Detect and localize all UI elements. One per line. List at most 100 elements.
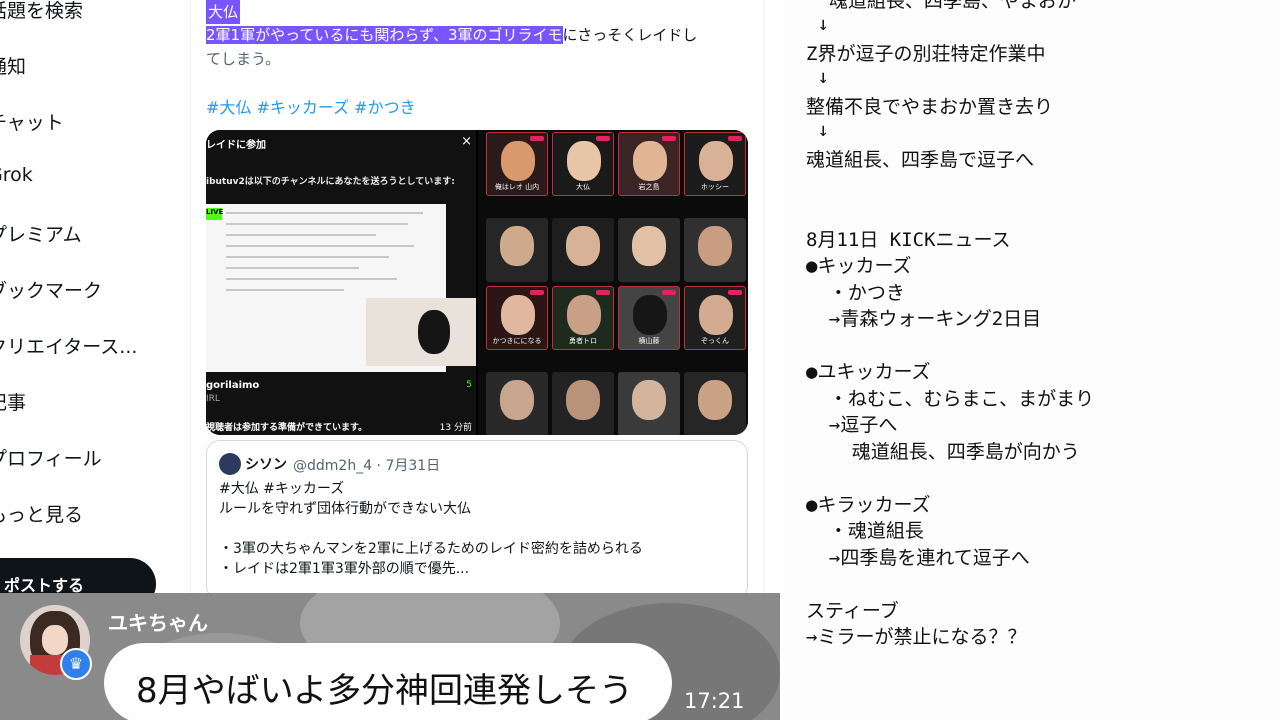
column-divider: [764, 0, 765, 600]
streamer-face: [632, 380, 666, 420]
streamer-face: [501, 141, 535, 181]
preview-text-lines: [226, 212, 440, 300]
note-line: ・ねむこ、むらまこ、まがまり: [806, 387, 1095, 410]
streamer-tile: 岩之島: [618, 132, 680, 196]
quote-body: #大仏 #キッカーズ ルールを守れず団体行動ができない大仏 ・3軍の大ちゃんマン…: [219, 479, 643, 579]
post-text-line: 大仏: [206, 0, 241, 24]
quote-line: ルールを守れず団体行動ができない大仏: [219, 501, 471, 517]
streamer-tile: かつきにになる: [486, 286, 548, 350]
note-line: ・かつき: [806, 281, 905, 304]
nav-item-bookmarks[interactable]: ブックマーク: [0, 276, 102, 306]
streamer-face: [699, 141, 733, 181]
viewer-count: 5: [466, 380, 472, 390]
comment-time: 17:21: [684, 689, 745, 713]
nav-item-creator-studio[interactable]: クリエイタース...: [0, 332, 137, 362]
nav-item-profile[interactable]: プロフィール: [0, 444, 102, 474]
streamer-name: かつきにになる: [492, 337, 542, 345]
quote-line: ・レイドは2軍1軍3軍外部の順で優先...: [219, 561, 470, 577]
streamer-tile: [552, 372, 614, 435]
note-line: Z界が逗子の別荘特定作業中: [806, 43, 1046, 65]
nav-label: もっと見る: [0, 504, 84, 526]
streamer-face: [632, 226, 666, 266]
post-text-line: 2軍1軍がやっているにも関わらず、3軍のゴリライモにさっそくレイドし: [206, 23, 697, 47]
post-media[interactable]: レイドに参加 × ibutuv2は以下のチャンネルにあなたを送ろうとしています:…: [206, 130, 748, 435]
nav-label: プレミアム: [0, 224, 82, 246]
raid-title: レイドに参加: [206, 140, 266, 151]
quote-line: #大仏 #キッカーズ: [219, 481, 345, 497]
note-line: ●キラッカーズ: [806, 493, 931, 516]
live-indicator: [728, 290, 742, 295]
quote-author-name: シソン: [245, 457, 287, 473]
streamer-face: [699, 295, 733, 335]
streamer-face: [633, 295, 667, 335]
webcam-overlay: [366, 298, 476, 366]
nav-item-more[interactable]: もっと見る: [0, 500, 83, 530]
streamer-tile: [684, 218, 746, 282]
raid-subtitle: ibutuv2は以下のチャンネルにあなたを送ろうとしています:: [206, 177, 455, 187]
streamer-tile: 勇者トロ: [552, 286, 614, 350]
avatar: [219, 453, 241, 475]
streamer-face: [500, 380, 534, 420]
quote-line: ・3軍の大ちゃんマンを2軍に上げるためのレイド密約を詰められる: [219, 541, 643, 557]
note-line: ・魂道組長: [806, 520, 924, 542]
nav-label: ブックマーク: [0, 280, 103, 302]
nav-label: チャット: [0, 112, 64, 134]
note-line: →四季島を連れて逗子へ: [806, 546, 1030, 569]
streamer-face: [698, 380, 732, 420]
streamer-tile: [618, 372, 680, 435]
notes-panel: 魂道組長、四季島、やまおか ↓ Z界が逗子の別荘特定作業中 ↓ 整備不良でやまおか置…: [782, 0, 1280, 720]
streamer-tile: 俺はレオ 山内: [486, 132, 548, 196]
nav-item-explore[interactable]: 話題を検索: [0, 0, 83, 26]
selected-text: 2軍1軍がやっているにも関わらず、3軍のゴリライモ: [206, 26, 563, 44]
streamer-tile: [486, 218, 548, 282]
nav-item-premium[interactable]: プレミアム: [0, 220, 82, 250]
live-indicator: [662, 136, 676, 141]
streamer-face: [500, 226, 534, 266]
nav-label: 通知: [0, 56, 27, 78]
note-line: →青森ウォーキング2日目: [806, 308, 1042, 330]
note-line: ↓: [806, 65, 829, 88]
quote-tweet[interactable]: シソン @ddm2h_4 · 7月31日 #大仏 #キッカーズ ルールを守れず団…: [206, 440, 748, 600]
note-line: スティーブ: [806, 599, 899, 622]
live-indicator: [530, 136, 544, 141]
comment-text: 8月やばいよ多分神回連発しそう: [136, 671, 633, 711]
quote-author-handle: @ddm2h_4 · 7月31日: [293, 458, 441, 474]
streamer-face: [566, 226, 600, 266]
note-line: ●ユキッカーズ: [806, 361, 931, 383]
note-line: 魂道組長、四季島が向かう: [806, 440, 1080, 463]
nav-label: Grok: [0, 164, 33, 186]
streamer-face: [501, 295, 535, 335]
streamer-face: [567, 295, 601, 335]
note-line: →逗子へ: [806, 414, 898, 436]
raid-countdown: 13 分前: [439, 423, 472, 433]
note-line: →ミラーが禁止になる？？: [806, 626, 1027, 648]
nav-item-chat[interactable]: チャット: [0, 108, 64, 138]
streamer-tile: ぞっくん: [684, 286, 746, 350]
note-line: 魂道組長、四季島で逗子へ: [806, 149, 1035, 171]
comment-bubble: 8月やばいよ多分神回連発しそう: [104, 643, 672, 720]
streamer-name: 大仏: [576, 183, 590, 191]
streamer-grid: 俺はレオ 山内 大仏 岩之島 ホッシー かつきにになる 勇者トロ 横山藤 ぞっくん: [478, 130, 748, 435]
raid-category: IRL: [206, 394, 220, 404]
raid-screenshot: レイドに参加 × ibutuv2は以下のチャンネルにあなたを送ろうとしています:…: [206, 130, 476, 435]
live-indicator: [728, 136, 742, 141]
note-line: 魂道組長、四季島、やまおか: [806, 0, 1076, 12]
streamer-name: 勇者トロ: [569, 337, 597, 345]
nav-item-grok[interactable]: Grok: [0, 164, 33, 194]
hashtag-links[interactable]: #大仏 #キッカーズ #かつき: [206, 94, 416, 118]
nav-item-notifications[interactable]: 通知: [0, 52, 26, 82]
streamer-face: [633, 141, 667, 181]
raid-username: gorilaimo: [206, 380, 260, 391]
close-icon: ×: [461, 134, 472, 149]
nav-item-articles[interactable]: 記事: [0, 388, 26, 418]
streamer-tile: [486, 372, 548, 435]
streamer-face: [698, 226, 732, 266]
live-indicator: [530, 290, 544, 295]
streamer-name: 横山藤: [638, 337, 660, 345]
post-text-line: てしまう。: [206, 50, 281, 68]
commenter-name: ユキちゃん: [108, 611, 208, 635]
streamer-tile: 横山藤: [618, 286, 680, 350]
streamer-name: 俺はレオ 山内: [494, 183, 540, 191]
streamer-face: [567, 141, 601, 181]
column-divider: [190, 0, 191, 600]
